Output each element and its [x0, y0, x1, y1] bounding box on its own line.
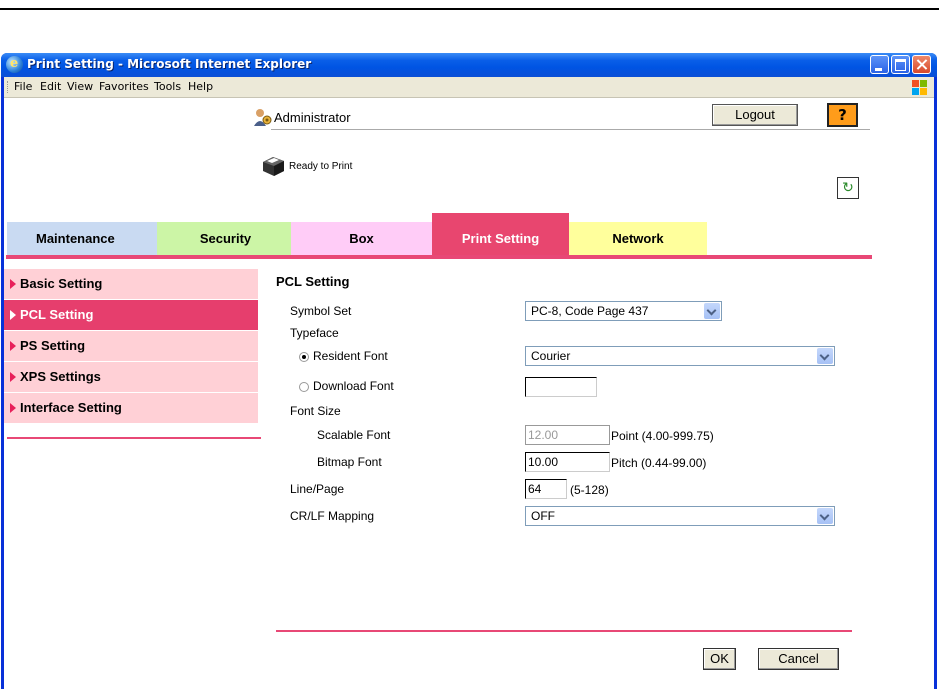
triangle-right-icon — [10, 403, 16, 413]
resident-font-radio[interactable] — [299, 352, 309, 362]
window-title: Print Setting - Microsoft Internet Explo… — [27, 57, 312, 71]
ok-button[interactable]: OK — [703, 648, 736, 670]
sidebar-item-ps-setting[interactable]: PS Setting — [4, 331, 258, 361]
sidebar-divider — [7, 437, 261, 439]
menu-edit[interactable]: Edit — [40, 80, 61, 93]
triangle-right-icon — [10, 341, 16, 351]
form-divider — [276, 630, 852, 632]
symbol-set-select[interactable]: PC-8, Code Page 437 — [525, 301, 722, 321]
menu-view[interactable]: View — [67, 80, 93, 93]
tab-label: Network — [612, 231, 664, 246]
triangle-right-icon — [10, 310, 16, 320]
chevron-down-icon — [817, 348, 833, 364]
symbol-set-value: PC-8, Code Page 437 — [531, 304, 649, 318]
resident-font-select[interactable]: Courier — [525, 346, 835, 366]
download-font-field[interactable] — [525, 377, 597, 397]
menu-help[interactable]: Help — [188, 80, 213, 93]
tab-security[interactable]: Security — [157, 222, 294, 256]
help-button[interactable]: ? — [827, 103, 858, 127]
header-divider — [271, 129, 870, 130]
line-page-field[interactable]: 64 — [525, 479, 567, 499]
chevron-down-icon — [817, 508, 833, 524]
download-font-label: Download Font — [313, 379, 394, 393]
minimize-button[interactable] — [870, 55, 889, 74]
line-page-range: (5-128) — [570, 483, 609, 497]
scalable-font-field[interactable]: 12.00 — [525, 425, 610, 445]
font-size-label: Font Size — [290, 404, 341, 418]
windows-logo-icon — [910, 78, 928, 96]
refresh-icon[interactable]: ↻ — [837, 177, 859, 199]
crlf-mapping-select[interactable]: OFF — [525, 506, 835, 526]
menu-favorites[interactable]: Favorites — [99, 80, 149, 93]
sidebar-item-label: Interface Setting — [20, 400, 122, 415]
top-border-line — [0, 8, 939, 10]
chevron-down-icon — [704, 303, 720, 319]
triangle-right-icon — [10, 372, 16, 382]
tab-underline — [6, 255, 872, 259]
menu-file[interactable]: File — [14, 80, 32, 93]
menu-tools[interactable]: Tools — [154, 80, 181, 93]
sidebar-item-basic-setting[interactable]: Basic Setting — [4, 269, 258, 299]
sidebar-item-label: XPS Settings — [20, 369, 101, 384]
sidebar-item-xps-settings[interactable]: XPS Settings — [4, 362, 258, 392]
page-title: PCL Setting — [276, 274, 350, 289]
tab-label: Maintenance — [36, 231, 115, 246]
download-font-radio[interactable] — [299, 382, 309, 392]
sidebar-item-label: PS Setting — [20, 338, 86, 353]
bitmap-font-label: Bitmap Font — [317, 455, 382, 469]
tab-box[interactable]: Box — [291, 222, 432, 256]
sidebar-item-pcl-setting[interactable]: PCL Setting — [4, 300, 258, 330]
printer-status: Ready to Print — [289, 161, 353, 172]
menu-bar: File Edit View Favorites Tools Help — [4, 77, 934, 98]
printer-icon — [263, 157, 284, 176]
triangle-right-icon — [10, 279, 16, 289]
line-page-label: Line/Page — [290, 482, 345, 496]
tab-network[interactable]: Network — [569, 222, 707, 256]
tab-print-setting[interactable]: Print Setting — [432, 213, 569, 256]
resident-font-value: Courier — [531, 349, 571, 363]
cancel-button[interactable]: Cancel — [758, 648, 839, 670]
typeface-label: Typeface — [290, 326, 339, 340]
tab-label: Print Setting — [461, 231, 540, 246]
tab-label: Box — [349, 231, 374, 246]
page-content: Administrator Logout ? Ready to Print ↻ … — [4, 98, 934, 689]
title-bar: e Print Setting - Microsoft Internet Exp… — [1, 53, 937, 77]
symbol-set-label: Symbol Set — [290, 304, 352, 318]
tab-maintenance[interactable]: Maintenance — [7, 222, 157, 256]
sidebar-item-label: Basic Setting — [20, 276, 103, 291]
resident-font-label: Resident Font — [313, 349, 388, 363]
maximize-button[interactable] — [891, 55, 910, 74]
scalable-font-range: Point (4.00-999.75) — [611, 429, 714, 443]
crlf-mapping-label: CR/LF Mapping — [290, 509, 375, 523]
sidebar-item-interface-setting[interactable]: Interface Setting — [4, 393, 258, 423]
sidebar-item-label: PCL Setting — [20, 307, 94, 322]
scalable-font-label: Scalable Font — [317, 428, 391, 442]
administrator-label: Administrator — [274, 110, 351, 125]
logout-button[interactable]: Logout — [712, 104, 798, 126]
browser-window: e Print Setting - Microsoft Internet Exp… — [1, 53, 937, 689]
internet-explorer-icon: e — [6, 56, 23, 73]
tab-label: Security — [199, 231, 252, 246]
crlf-mapping-value: OFF — [531, 509, 555, 523]
close-button[interactable] — [912, 55, 931, 74]
bitmap-font-range: Pitch (0.44-99.00) — [611, 456, 707, 470]
menu-grip — [7, 81, 10, 93]
bitmap-font-field[interactable]: 10.00 — [525, 452, 610, 472]
administrator-icon — [254, 109, 272, 126]
